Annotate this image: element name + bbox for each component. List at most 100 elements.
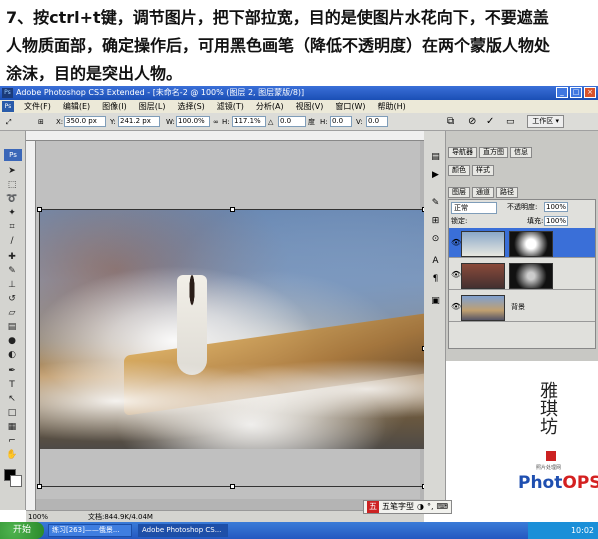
healing-tool-icon[interactable]: ✚ bbox=[6, 251, 18, 263]
h-label: H: bbox=[222, 118, 230, 126]
menu-help[interactable]: 帮助(H) bbox=[372, 100, 412, 113]
punctuation-icon[interactable]: °, bbox=[427, 501, 434, 513]
window-controls: _ □ × bbox=[556, 87, 596, 98]
free-transform-box[interactable] bbox=[37, 207, 424, 489]
layer-row-1[interactable]: 👁 bbox=[449, 260, 595, 290]
minimize-button[interactable]: _ bbox=[556, 87, 568, 98]
keyboard-icon[interactable]: ⌨ bbox=[437, 501, 449, 513]
half-width-icon[interactable]: ◑ bbox=[417, 501, 424, 513]
slice-tool-icon[interactable]: ∕ bbox=[6, 235, 18, 247]
menu-select[interactable]: 选择(S) bbox=[171, 100, 210, 113]
move-tool-icon[interactable]: ➤ bbox=[6, 165, 18, 177]
tool-presets-icon[interactable]: ⊞ bbox=[429, 215, 442, 228]
panel-dock: ▤ ▶ ✎ ⊞ ⊙ A ¶ ▣ 导航器 直方图 信息 颜色 样式 图层 通道 路… bbox=[424, 131, 598, 510]
notes-tool-icon[interactable]: ▦ bbox=[6, 421, 18, 433]
history-panel-icon[interactable]: ▤ bbox=[429, 151, 442, 164]
tab-paths[interactable]: 路径 bbox=[496, 187, 518, 198]
x-label: X: bbox=[56, 118, 64, 126]
lasso-tool-icon[interactable]: ➰ bbox=[6, 193, 18, 205]
type-tool-icon[interactable]: T bbox=[6, 379, 18, 391]
magic-wand-tool-icon[interactable]: ✦ bbox=[6, 207, 18, 219]
paragraph-panel-icon[interactable]: ¶ bbox=[429, 273, 442, 286]
warp-icon[interactable]: ⧉ bbox=[447, 113, 454, 131]
brushes-panel-icon[interactable]: ✎ bbox=[429, 197, 442, 210]
close-button[interactable]: × bbox=[584, 87, 596, 98]
menu-edit[interactable]: 编辑(E) bbox=[57, 100, 96, 113]
ps-menu-icon[interactable]: Ps bbox=[2, 101, 14, 112]
character-panel-icon[interactable]: A bbox=[429, 255, 442, 268]
eye-icon[interactable]: 👁 bbox=[451, 270, 461, 279]
workspace-button[interactable]: 工作区 ▾ bbox=[527, 115, 564, 128]
eye-icon[interactable]: 👁 bbox=[451, 238, 461, 247]
cancel-icon[interactable]: ⊘ bbox=[468, 113, 476, 131]
blur-tool-icon[interactable]: ● bbox=[6, 335, 18, 347]
fill-label: 填充: bbox=[527, 217, 544, 225]
layer-mask-thumbnail[interactable] bbox=[509, 231, 553, 257]
opacity-input[interactable]: 100% bbox=[544, 202, 569, 212]
ime-bar[interactable]: 五 五笔字型 ◑ °, ⌨ bbox=[363, 500, 453, 514]
menu-view[interactable]: 视图(V) bbox=[290, 100, 330, 113]
tab-layers[interactable]: 图层 bbox=[448, 187, 470, 198]
history-brush-tool-icon[interactable]: ↺ bbox=[6, 293, 18, 305]
tab-info[interactable]: 信息 bbox=[510, 147, 532, 158]
rotate-input[interactable]: 0.0 bbox=[278, 116, 306, 127]
tab-histogram[interactable]: 直方图 bbox=[479, 147, 508, 158]
tab-styles[interactable]: 样式 bbox=[472, 165, 494, 176]
menu-file[interactable]: 文件(F) bbox=[18, 100, 57, 113]
layer-comps-icon[interactable]: ▣ bbox=[429, 295, 442, 308]
transform-handle-bl[interactable] bbox=[37, 484, 42, 489]
tab-color[interactable]: 颜色 bbox=[448, 165, 470, 176]
eyedropper-tool-icon[interactable]: ⌐ bbox=[6, 435, 18, 447]
panel-icon-strip: ▤ ▶ ✎ ⊞ ⊙ A ¶ ▣ bbox=[424, 131, 446, 510]
palette-icon[interactable]: ▭ bbox=[506, 113, 515, 131]
reference-point-icon[interactable]: ⊞ bbox=[38, 113, 44, 131]
tab-navigator[interactable]: 导航器 bbox=[448, 147, 477, 158]
x-input[interactable]: 350.0 px bbox=[64, 116, 106, 127]
menu-analysis[interactable]: 分析(A) bbox=[250, 100, 290, 113]
menu-image[interactable]: 图像(I) bbox=[96, 100, 133, 113]
layer-mask-thumbnail[interactable] bbox=[509, 263, 553, 289]
menu-filter[interactable]: 滤镜(T) bbox=[211, 100, 250, 113]
marquee-tool-icon[interactable]: ⬚ bbox=[6, 179, 18, 191]
menu-layer[interactable]: 图层(L) bbox=[133, 100, 172, 113]
eraser-tool-icon[interactable]: ▱ bbox=[6, 307, 18, 319]
layer-row-2[interactable]: 👁 bbox=[449, 228, 595, 258]
actions-panel-icon[interactable]: ▶ bbox=[429, 169, 442, 182]
link-icon[interactable]: ∞ bbox=[213, 113, 219, 131]
menu-window[interactable]: 窗口(W) bbox=[329, 100, 371, 113]
path-selection-tool-icon[interactable]: ↖ bbox=[6, 393, 18, 405]
toolbox: Ps ➤ ⬚ ➰ ✦ ⌗ ∕ ✚ ✎ ⊥ ↺ ▱ ▤ ● ◐ ✒ T ↖ □ ▦… bbox=[0, 131, 26, 510]
clone-source-icon[interactable]: ⊙ bbox=[429, 233, 442, 246]
vskew-input[interactable]: 0.0 bbox=[366, 116, 388, 127]
system-tray: 10:02 bbox=[528, 522, 598, 539]
w-input[interactable]: 100.0% bbox=[176, 116, 210, 127]
rotate-icon: △ bbox=[268, 118, 274, 126]
transform-handle-t[interactable] bbox=[230, 207, 235, 212]
eye-icon[interactable]: 👁 bbox=[451, 302, 461, 311]
dodge-tool-icon[interactable]: ◐ bbox=[6, 349, 18, 361]
hskew-input[interactable]: 0.0 bbox=[330, 116, 352, 127]
gradient-tool-icon[interactable]: ▤ bbox=[6, 321, 18, 333]
crop-tool-icon[interactable]: ⌗ bbox=[6, 221, 18, 233]
blend-mode-select[interactable]: 正常 bbox=[451, 202, 497, 214]
stamp-tool-icon[interactable]: ⊥ bbox=[6, 279, 18, 291]
maximize-button[interactable]: □ bbox=[570, 87, 582, 98]
y-input[interactable]: 241.2 px bbox=[118, 116, 160, 127]
h-input[interactable]: 117.1% bbox=[232, 116, 266, 127]
shape-tool-icon[interactable]: □ bbox=[6, 407, 18, 419]
hand-tool-icon[interactable]: ✋ bbox=[6, 449, 18, 461]
transform-handle-tl[interactable] bbox=[37, 207, 42, 212]
brush-tool-icon[interactable]: ✎ bbox=[6, 265, 18, 277]
background-color-swatch[interactable] bbox=[10, 475, 22, 487]
layer-row-background[interactable]: 👁 背景 bbox=[449, 292, 595, 322]
pen-tool-icon[interactable]: ✒ bbox=[6, 365, 18, 377]
fill-input[interactable]: 100% bbox=[544, 216, 569, 226]
transform-handle-b[interactable] bbox=[230, 484, 235, 489]
start-button[interactable]: 开始 bbox=[0, 522, 44, 539]
clock: 10:02 bbox=[570, 526, 594, 535]
vskew-label: V: bbox=[356, 118, 363, 126]
taskbar-item-photoshop[interactable]: Adobe Photoshop CS... bbox=[138, 524, 228, 537]
taskbar-item-practice[interactable]: 练习[263]——俄景... bbox=[48, 524, 132, 537]
commit-icon[interactable]: ✓ bbox=[486, 113, 494, 131]
tab-channels[interactable]: 通道 bbox=[472, 187, 494, 198]
